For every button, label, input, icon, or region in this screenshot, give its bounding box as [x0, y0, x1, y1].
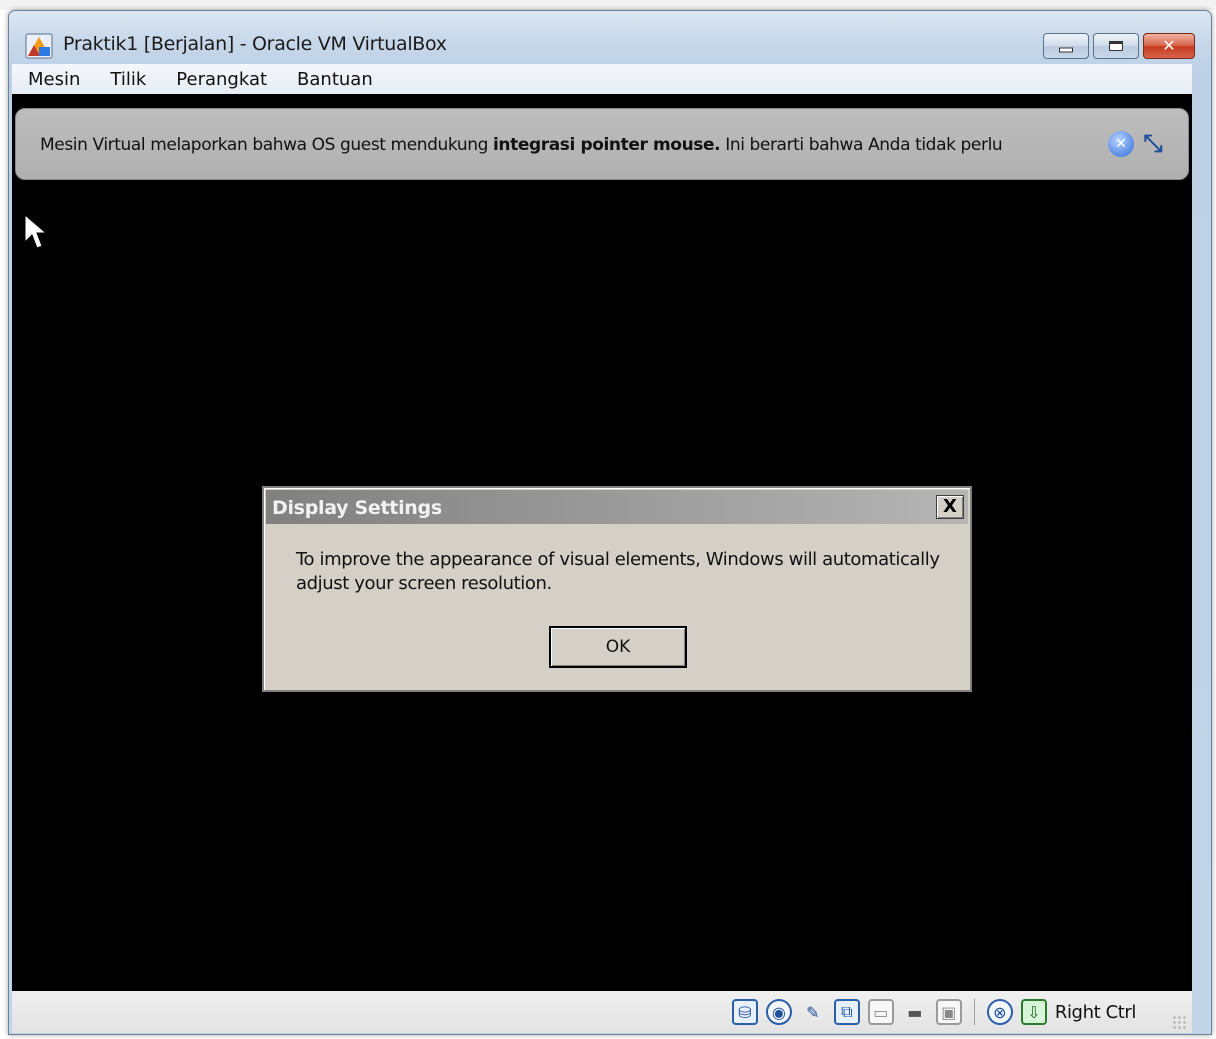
ok-button[interactable]: OK	[549, 626, 687, 668]
mouse-pointer-icon	[24, 214, 46, 249]
resize-grip[interactable]	[1172, 1015, 1186, 1029]
status-icons: ⛁ ◉ ✎ ⧉ ▭ ▬ ▣ ⊗ ⇩ Right Ctrl	[731, 997, 1137, 1027]
notice-text: Mesin Virtual melaporkan bahwa OS guest …	[40, 135, 1003, 155]
notice-close-icon[interactable]: ✕	[1108, 131, 1134, 157]
maximize-icon	[1109, 41, 1123, 51]
menu-item-tilik[interactable]: Tilik	[110, 69, 146, 90]
shared-folders-icon[interactable]: ▭	[867, 999, 894, 1025]
window-controls: ✕	[1039, 33, 1195, 61]
close-icon: ✕	[1162, 36, 1176, 55]
menu-bar: Mesin Tilik Perangkat Bantuan	[12, 64, 1192, 94]
status-bar: ⛁ ◉ ✎ ⧉ ▭ ▬ ▣ ⊗ ⇩ Right Ctrl	[12, 991, 1192, 1033]
dialog-message: To improve the appearance of visual elem…	[296, 549, 940, 594]
window-title: Praktik1 [Berjalan] - Oracle VM VirtualB…	[63, 33, 447, 55]
host-key-icon[interactable]: ⇩	[1020, 999, 1047, 1025]
dialog-close-button[interactable]: X	[936, 495, 964, 519]
video-capture-icon[interactable]: ▣	[935, 999, 962, 1025]
usb-icon[interactable]: ✎	[800, 999, 826, 1025]
notice-icons: ✕ ⤡	[1108, 131, 1166, 157]
minimize-button[interactable]	[1043, 33, 1089, 59]
close-icon: X	[943, 496, 957, 517]
notice-text-before: Mesin Virtual melaporkan bahwa OS guest …	[40, 135, 493, 155]
dialog-title-bar[interactable]: Display Settings X	[266, 490, 968, 524]
status-separator	[973, 999, 975, 1025]
display-icon[interactable]: ▬	[902, 999, 928, 1025]
menu-item-mesin[interactable]: Mesin	[28, 69, 80, 90]
notice-text-bold: integrasi pointer mouse.	[492, 135, 721, 155]
minimize-icon	[1059, 47, 1073, 53]
network-icon[interactable]: ⧉	[833, 999, 860, 1025]
menu-item-bantuan[interactable]: Bantuan	[297, 69, 373, 90]
virtualbox-app-icon	[25, 33, 53, 59]
notice-text-after: Ini berarti bahwa Anda tidak perlu	[720, 135, 1003, 155]
optical-drive-icon[interactable]: ◉	[765, 999, 792, 1025]
display-settings-dialog: Display Settings X To improve the appear…	[262, 486, 972, 692]
host-key-label: Right Ctrl	[1054, 1001, 1137, 1023]
close-button[interactable]: ✕	[1143, 33, 1195, 59]
background-window-edge	[0, 0, 1216, 10]
dialog-title: Display Settings	[272, 497, 442, 519]
menu-item-perangkat[interactable]: Perangkat	[176, 69, 267, 90]
hard-disk-icon[interactable]: ⛁	[731, 999, 758, 1025]
mouse-integration-notice: Mesin Virtual melaporkan bahwa OS guest …	[15, 108, 1189, 180]
mouse-integration-icon[interactable]: ⤡	[1140, 131, 1166, 157]
mouse-integration-icon[interactable]: ⊗	[986, 999, 1013, 1025]
maximize-button[interactable]	[1093, 33, 1139, 59]
